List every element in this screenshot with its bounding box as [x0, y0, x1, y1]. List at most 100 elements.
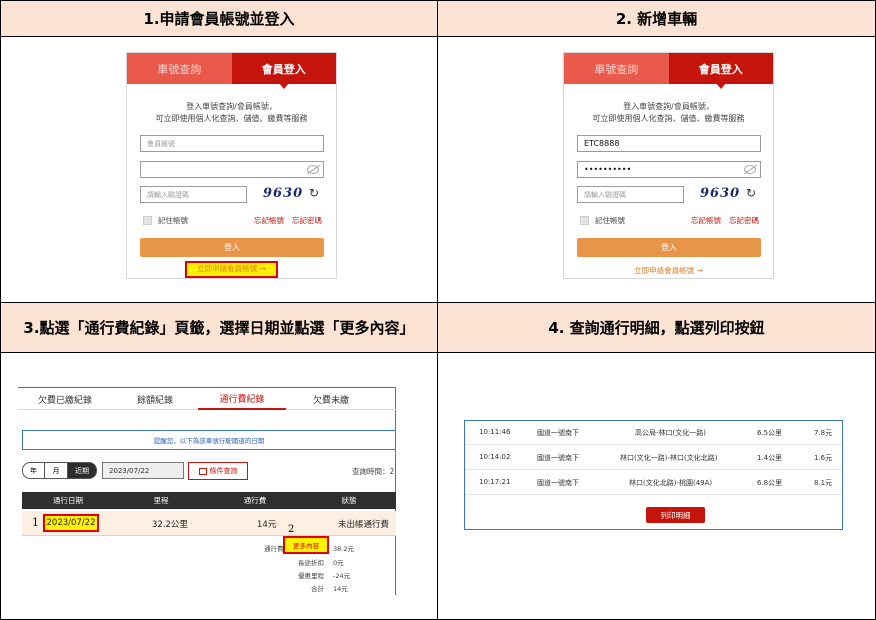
login-card-2: 車號查詢 會員登入 登入車號查詢/會員帳號， 可立即使用個人化查詢、儲值、繳費等… [563, 52, 774, 279]
active-tab-arrow [716, 83, 726, 89]
password-input[interactable]: •••••••••• [577, 161, 761, 178]
step-marker-1: 1 [32, 516, 39, 529]
tab-unpaid-arrears[interactable]: 欠費未繳 [286, 388, 376, 410]
cell-time: 10:14:02 [479, 453, 511, 461]
remember-label: 記住帳號 [158, 216, 188, 225]
captcha-image: 9630 [263, 186, 304, 201]
detail-value: 14元 [333, 585, 348, 593]
detail-fee-label: 通行費 [264, 545, 284, 553]
notice-banner: 提醒您，以下為該車號行駛國道的日期 [22, 430, 396, 450]
cell-section: 林口(文化北路)-桃園(49A) [629, 479, 713, 487]
cell-distance: 1.4公里 [757, 454, 783, 462]
calendar-icon [198, 467, 207, 475]
login-info-line2: 可立即使用個人化查詢、儲值、繳費等服務 [592, 114, 745, 123]
password-input[interactable] [140, 161, 324, 178]
toll-table-header: 通行日期 里程 通行費 狀態 [22, 492, 396, 509]
detail-label: 長途折扣 [298, 559, 324, 567]
step2-header: 2. 新增車輛 [437, 0, 876, 37]
cell-road: 國道一號南下 [537, 454, 579, 462]
date-select[interactable]: 2023/07/22 [102, 462, 184, 479]
forgot-account-link[interactable]: 忘記帳號 [691, 215, 721, 226]
login-info-line1: 登入車號查詢/會員帳號， [623, 102, 714, 111]
date-query-label: 條件查詢 [209, 467, 238, 475]
eye-hidden-icon[interactable] [307, 165, 319, 174]
date-query-button[interactable]: 條件查詢 [188, 462, 248, 480]
password-value: •••••••••• [584, 165, 632, 174]
cell-section: 高公局-林口(文化一路) [635, 429, 706, 437]
cell-distance: 6.8公里 [757, 479, 783, 487]
cell-section: 林口(文化一路)-林口(文化北路) [620, 454, 718, 462]
step-marker-2: 2 [288, 524, 295, 535]
tab-plate-query[interactable]: 車號查詢 [127, 53, 232, 84]
login-card-1: 車號查詢 會員登入 登入車號查詢/會員帳號， 可立即使用個人化查詢、儲值、繳費等… [126, 52, 337, 279]
print-detail-button[interactable]: 列印明細 [646, 507, 705, 523]
refresh-icon[interactable]: ↻ [309, 186, 319, 200]
login-info-line2: 可立即使用個人化查詢、儲值、繳費等服務 [155, 114, 308, 123]
tab-plate-query[interactable]: 車號查詢 [564, 53, 669, 84]
tab-paid-arrears[interactable]: 欠費已繳紀錄 [18, 388, 112, 410]
row-distance: 32.2公里 [152, 520, 188, 530]
register-link[interactable]: 立即申請會員帳號 → [622, 265, 715, 276]
detail-value: -24元 [333, 572, 351, 580]
cell-road: 國道一號南下 [537, 429, 579, 437]
login-button[interactable]: 登入 [577, 238, 761, 257]
table-row: 10:14:02 國道一號南下 林口(文化一路)-林口(文化北路) 1.4公里 … [465, 446, 842, 470]
step3-header: 3.點選「通行費紀錄」頁籤，選擇日期並點選「更多內容」 [0, 302, 438, 353]
more-content-button[interactable]: 更多內容 [283, 536, 329, 554]
table-row: 10:17:21 國道一號南下 林口(文化北路)-桃園(49A) 6.8公里 8… [465, 471, 842, 495]
row-status: 未出帳通行費 [338, 520, 390, 530]
detail-value: 0元 [333, 559, 344, 567]
remember-checkbox[interactable] [580, 216, 589, 225]
row-fee: 14元 [257, 520, 277, 530]
step2-title: 2. 新增車輛 [615, 10, 698, 28]
detail-label: 優惠里程 [298, 572, 324, 580]
col-fee: 通行費 [243, 496, 267, 505]
active-tab-arrow [279, 83, 289, 89]
tab-member-login[interactable]: 會員登入 [231, 53, 336, 84]
captcha-input[interactable]: 請輸入驗證碼 [577, 186, 684, 203]
captcha-image: 9630 [700, 186, 741, 201]
cell-time: 10:17:21 [479, 478, 511, 486]
col-status: 狀態 [341, 496, 357, 505]
login-tabs: 車號查詢 會員登入 [564, 53, 773, 84]
row-date[interactable]: 2023/07/22 [43, 514, 99, 532]
forgot-password-link[interactable]: 忘記密碼 [292, 215, 322, 226]
remember-checkbox[interactable] [143, 216, 152, 225]
query-time-label: 查詢時間：2 [352, 467, 395, 476]
cell-fee: 1.6元 [814, 454, 833, 462]
cell-time: 10:11:46 [479, 428, 511, 436]
step4-title: 4. 查詢通行明細，點選列印按鈕 [548, 319, 765, 337]
eye-hidden-icon[interactable] [744, 165, 756, 174]
forgot-account-link[interactable]: 忘記帳號 [254, 215, 284, 226]
captcha-input[interactable]: 請輸入驗證碼 [140, 186, 247, 203]
tutorial-grid: 1.申請會員帳號並登入 2. 新增車輛 3.點選「通行費紀錄」頁籤，選擇日期並點… [0, 0, 876, 620]
detail-fee-value: 38.2元 [333, 545, 354, 553]
segment-year[interactable]: 年 [22, 462, 45, 479]
detail-label: 合計 [311, 585, 324, 593]
table-row: 10:11:46 國道一號南下 高公局-林口(文化一路) 6.5公里 7.8元 [465, 421, 842, 445]
step4-header: 4. 查詢通行明細，點選列印按鈕 [437, 302, 876, 353]
step1-header: 1.申請會員帳號並登入 [0, 0, 438, 37]
login-info-line1: 登入車號查詢/會員帳號， [186, 102, 277, 111]
step3-title: 3.點選「通行費紀錄」頁籤，選擇日期並點選「更多內容」 [23, 319, 415, 337]
segment-month[interactable]: 月 [44, 462, 68, 479]
register-link[interactable]: 立即申請會員帳號 → [185, 261, 278, 278]
tab-balance-record[interactable]: 餘額紀錄 [112, 388, 198, 410]
remember-label: 記住帳號 [595, 216, 625, 225]
login-tabs: 車號查詢 會員登入 [127, 53, 336, 84]
cell-distance: 6.5公里 [757, 429, 783, 437]
refresh-icon[interactable]: ↻ [746, 186, 756, 200]
account-input[interactable]: ETC8888 [577, 135, 761, 152]
tab-toll-record[interactable]: 通行費紀錄 [198, 388, 286, 410]
cell-fee: 7.8元 [814, 429, 833, 437]
forgot-password-link[interactable]: 忘記密碼 [729, 215, 759, 226]
cell-road: 國道一號南下 [537, 479, 579, 487]
account-input[interactable]: 會員帳號 [140, 135, 324, 152]
record-tabs: 欠費已繳紀錄 餘額紀錄 通行費紀錄 欠費未繳 [18, 388, 396, 410]
step1-title: 1.申請會員帳號並登入 [143, 10, 295, 28]
login-button[interactable]: 登入 [140, 238, 324, 257]
col-date: 通行日期 [53, 496, 83, 505]
tab-member-login[interactable]: 會員登入 [668, 53, 773, 84]
col-distance: 里程 [153, 496, 169, 505]
segment-recent[interactable]: 近期 [67, 462, 97, 479]
